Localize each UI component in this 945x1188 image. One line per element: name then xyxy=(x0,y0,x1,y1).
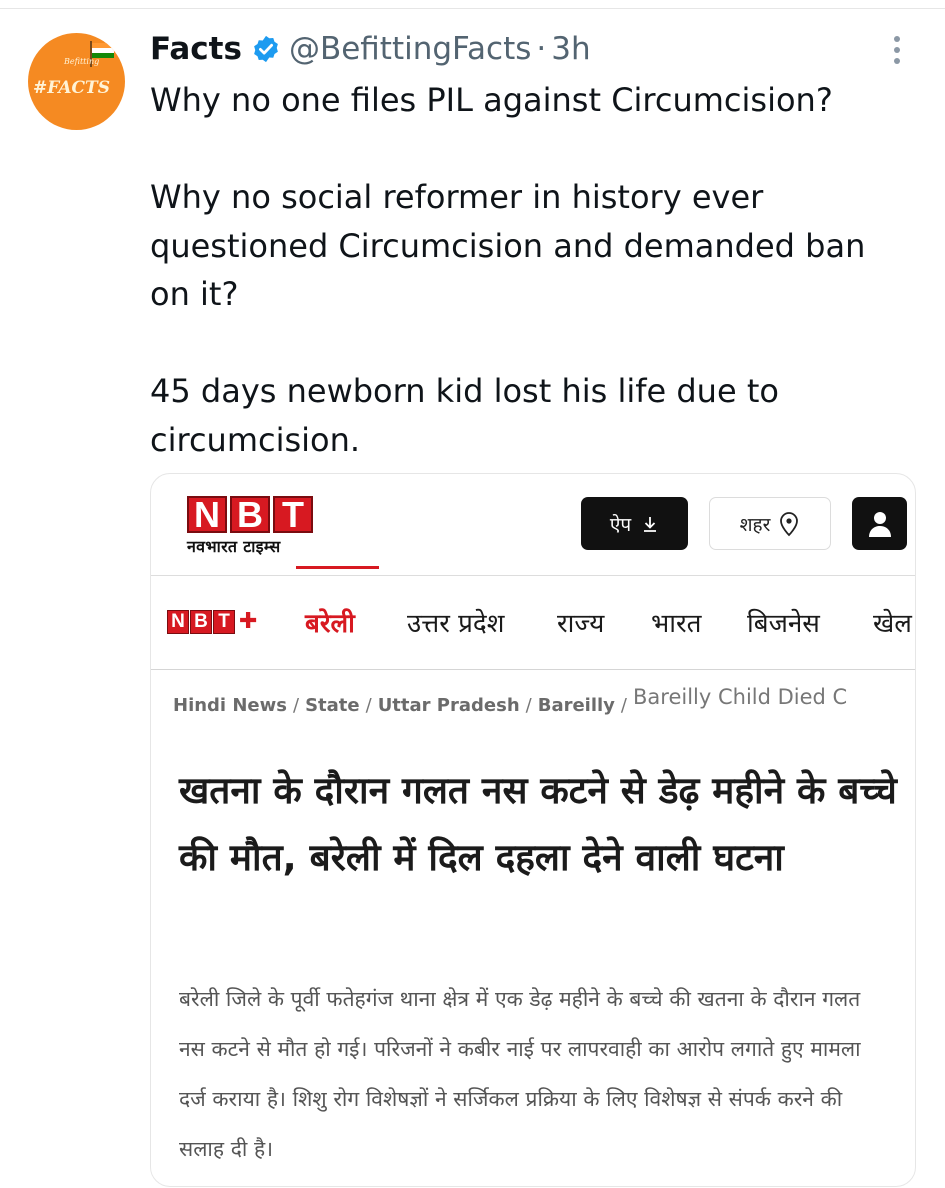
nav-item-bharat[interactable]: भारत xyxy=(651,604,701,640)
article-headline: खतना के दौरान गलत नस कटने से डेढ़ महीने … xyxy=(179,769,897,879)
city-button-label: शहर xyxy=(739,513,771,536)
tweet-paragraph-3: 45 days newborn kid lost his life due to… xyxy=(150,372,779,459)
breadcrumb-uttar-pradesh[interactable]: Uttar Pradesh xyxy=(378,695,520,716)
avatar-text: #FACTS xyxy=(33,78,110,98)
nbt-logo: N B T नवभारत टाइम्स xyxy=(187,494,313,557)
verified-badge-icon xyxy=(254,35,278,63)
article-summary: बरेली जिले के पूर्वी फतेहगंज थाना क्षेत्… xyxy=(179,987,861,1161)
breadcrumb-state[interactable]: State xyxy=(305,695,360,716)
nav-logo-letter: B xyxy=(190,609,212,634)
plus-icon: ✚ xyxy=(239,609,258,634)
nav-divider xyxy=(151,669,915,670)
separator-dot: · xyxy=(536,31,547,67)
embedded-news-image[interactable]: N B T नवभारत टाइम्स ऐप शहर N B T ✚ बरेली… xyxy=(150,473,916,1187)
author-handle[interactable]: @BefittingFacts xyxy=(289,31,531,67)
tweet-paragraph-1: Why no one files PIL against Circumcisio… xyxy=(150,81,833,119)
author-name[interactable]: Facts xyxy=(150,31,242,67)
download-icon xyxy=(644,516,657,532)
breadcrumb-hindi-news[interactable]: Hindi News xyxy=(173,695,287,716)
city-button[interactable]: शहर xyxy=(709,497,831,550)
top-divider xyxy=(0,8,945,9)
category-nav: N B T ✚ बरेली उत्तर प्रदेश राज्य भारत बि… xyxy=(167,576,915,670)
tweet-paragraph-2: Why no social reformer in history ever q… xyxy=(150,178,866,313)
active-tab-indicator xyxy=(296,566,379,569)
nav-logo-letter: N xyxy=(167,609,189,634)
app-download-button[interactable]: ऐप xyxy=(581,497,688,550)
logo-letter: B xyxy=(230,494,270,535)
nav-logo-letter: T xyxy=(213,609,235,634)
author-avatar[interactable]: Befitting #FACTS xyxy=(28,33,125,130)
logo-subtitle: नवभारत टाइम्स xyxy=(187,537,281,556)
user-account-button[interactable] xyxy=(852,497,907,550)
breadcrumb-bareilly[interactable]: Bareilly xyxy=(538,695,615,716)
app-button-label: ऐप xyxy=(609,513,632,536)
nav-nbt-logo[interactable]: N B T ✚ xyxy=(167,609,257,634)
nav-item-rajya[interactable]: राज्य xyxy=(557,604,604,640)
logo-letter: N xyxy=(187,494,227,535)
more-options-icon[interactable] xyxy=(888,36,906,70)
nav-item-business[interactable]: बिजनेस xyxy=(747,604,820,640)
tweet-text: Why no one files PIL against Circumcisio… xyxy=(150,76,910,464)
location-pin-icon xyxy=(780,511,799,536)
logo-letter: T xyxy=(273,494,313,535)
tweet-header: Facts @BefittingFacts · 3h xyxy=(150,24,591,74)
nav-item-bareilly[interactable]: बरेली xyxy=(305,604,355,640)
tweet-time[interactable]: 3h xyxy=(551,31,590,67)
avatar-small-text: Befitting xyxy=(64,57,100,66)
nav-item-uttar-pradesh[interactable]: उत्तर प्रदेश xyxy=(407,604,504,640)
breadcrumb: Hindi News / State / Uttar Pradesh / Bareilly /… xyxy=(173,685,848,716)
nav-item-khel[interactable]: खेल xyxy=(873,604,912,640)
user-icon xyxy=(868,511,891,537)
breadcrumb-current: Bareilly Child Died C xyxy=(633,685,848,709)
